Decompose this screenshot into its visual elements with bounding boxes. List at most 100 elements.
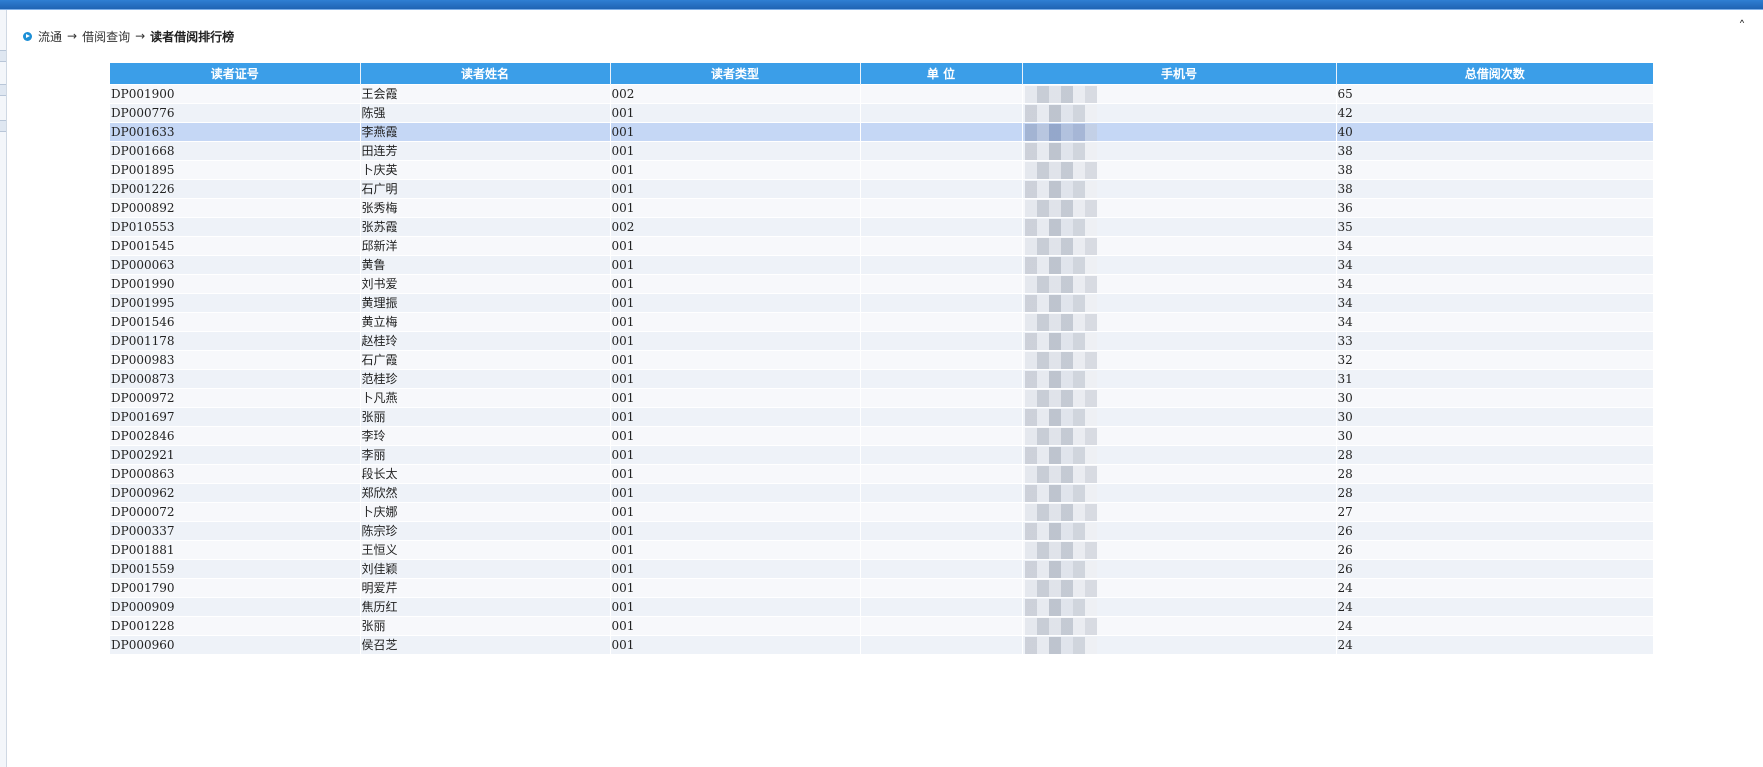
table-row[interactable]: DP001668 田连芳 001 38 [110,141,1653,161]
cell-total-borrows: 34 [1335,236,1653,256]
left-frame-edge [0,10,7,767]
table-row[interactable]: DP001900 王会霞 002 65 [110,84,1653,104]
cell-phone [1021,274,1336,294]
cell-reader-name: 陈宗珍 [359,521,610,541]
cell-total-borrows: 42 [1335,103,1653,123]
breadcrumb-item-borrow-query[interactable]: 借阅查询 [82,28,130,45]
redacted-phone [1024,162,1097,179]
cell-reader-type: 001 [609,407,860,427]
cell-unit [859,274,1022,294]
cell-reader-type: 001 [609,445,860,465]
column-header-phone[interactable]: 手机号 [1021,63,1336,85]
redacted-phone [1024,181,1097,198]
cell-phone [1021,388,1336,408]
cell-reader-id: DP000776 [110,103,360,123]
cell-reader-name: 王会霞 [359,84,610,104]
table-row[interactable]: DP000873 范桂珍 001 31 [110,369,1653,389]
table-row[interactable]: DP000337 陈宗珍 001 26 [110,521,1653,541]
table-row[interactable]: DP000972 卜凡燕 001 30 [110,388,1653,408]
arrow-circle-icon [23,31,32,41]
cell-reader-type: 001 [609,597,860,617]
table-row[interactable]: DP001546 黄立梅 001 34 [110,312,1653,332]
column-header-unit[interactable]: 单 位 [859,63,1022,85]
column-header-reader-id[interactable]: 读者证号 [110,63,360,85]
table-row[interactable]: DP000909 焦历红 001 24 [110,597,1653,617]
table-row[interactable]: DP001790 明爱芹 001 24 [110,578,1653,598]
ranking-table: 读者证号 读者姓名 读者类型 单 位 手机号 总借阅次数 DP001900 王会霞… [110,63,1653,654]
redacted-phone [1024,599,1097,616]
table-row[interactable]: DP000960 侯召芝 001 24 [110,635,1653,654]
cell-reader-name: 赵桂玲 [359,331,610,351]
table-row[interactable]: DP001178 赵桂玲 001 33 [110,331,1653,351]
column-header-reader-name[interactable]: 读者姓名 [359,63,610,85]
cell-phone [1021,255,1336,275]
table-row[interactable]: DP001697 张丽 001 30 [110,407,1653,427]
column-header-reader-type[interactable]: 读者类型 [609,63,860,85]
table-row[interactable]: DP002846 李玲 001 30 [110,426,1653,446]
cell-reader-name: 明爱芹 [359,578,610,598]
cell-reader-name: 陈强 [359,103,610,123]
redacted-phone [1024,485,1097,502]
table-row[interactable]: DP001633 李燕霞 001 40 [110,122,1653,142]
cell-reader-name: 邱新洋 [359,236,610,256]
redacted-phone [1024,637,1097,654]
table-row[interactable]: DP000892 张秀梅 001 36 [110,198,1653,218]
cell-phone [1021,236,1336,256]
cell-unit [859,160,1022,180]
table-row[interactable]: DP001881 王恒义 001 26 [110,540,1653,560]
cell-phone [1021,312,1336,332]
cell-reader-name: 张秀梅 [359,198,610,218]
cell-unit [859,369,1022,389]
table-row[interactable]: DP001545 邱新洋 001 34 [110,236,1653,256]
redacted-phone [1024,409,1097,426]
cell-unit [859,141,1022,161]
table-row[interactable]: DP010553 张苏霞 002 35 [110,217,1653,237]
table-row[interactable]: DP001990 刘书爱 001 34 [110,274,1653,294]
cell-reader-id: DP001668 [110,141,360,161]
table-row[interactable]: DP001559 刘佳颖 001 26 [110,559,1653,579]
cell-unit [859,521,1022,541]
cell-reader-type: 001 [609,350,860,370]
cell-total-borrows: 31 [1335,369,1653,389]
cell-phone [1021,616,1336,636]
cell-unit [859,597,1022,617]
cell-phone [1021,521,1336,541]
table-row[interactable]: DP001226 石广明 001 38 [110,179,1653,199]
reader-ranking-grid: 读者证号 读者姓名 读者类型 单 位 手机号 总借阅次数 DP001900 王会霞… [110,63,1653,654]
cell-reader-id: DP001990 [110,274,360,294]
cell-reader-type: 001 [609,255,860,275]
table-row[interactable]: DP002921 李丽 001 28 [110,445,1653,465]
table-row[interactable]: DP000863 段长太 001 28 [110,464,1653,484]
table-row[interactable]: DP000063 黄鲁 001 34 [110,255,1653,275]
cell-reader-name: 卜凡燕 [359,388,610,408]
cell-unit [859,331,1022,351]
cell-unit [859,236,1022,256]
table-row[interactable]: DP000072 卜庆娜 001 27 [110,502,1653,522]
table-row[interactable]: DP001228 张丽 001 24 [110,616,1653,636]
redacted-phone [1024,86,1097,103]
cell-phone [1021,122,1336,142]
table-row[interactable]: DP000962 郑欣然 001 28 [110,483,1653,503]
column-header-total-borrows[interactable]: 总借阅次数 [1335,63,1653,85]
cell-reader-type: 001 [609,312,860,332]
cell-total-borrows: 26 [1335,521,1653,541]
cell-reader-id: DP000960 [110,635,360,654]
table-row[interactable]: DP001995 黄理振 001 34 [110,293,1653,313]
cell-reader-name: 石广明 [359,179,610,199]
page-title: 读者借阅排行榜 [150,29,235,44]
cell-reader-id: DP000909 [110,597,360,617]
frame-notch [0,120,6,132]
redacted-phone [1024,447,1097,464]
cell-phone [1021,293,1336,313]
cell-phone [1021,559,1336,579]
breadcrumb-item-circulation[interactable]: 流通 [38,28,62,45]
table-row[interactable]: DP000776 陈强 001 42 [110,103,1653,123]
redacted-phone [1024,466,1097,483]
cell-reader-id: DP000873 [110,369,360,389]
caret-up-icon[interactable]: ˄ [1733,20,1751,34]
cell-phone [1021,369,1336,389]
cell-reader-type: 001 [609,388,860,408]
cell-reader-id: DP000972 [110,388,360,408]
table-row[interactable]: DP000983 石广霞 001 32 [110,350,1653,370]
table-row[interactable]: DP001895 卜庆英 001 38 [110,160,1653,180]
